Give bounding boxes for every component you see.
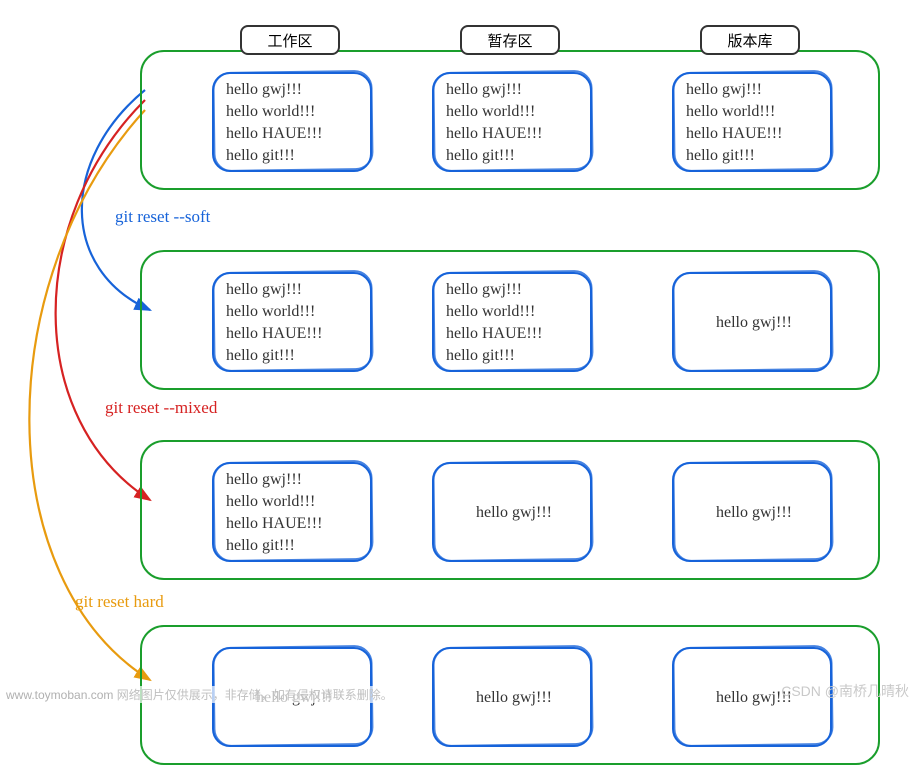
text-line: hello gwj!!! bbox=[686, 503, 822, 523]
box-work-initial: hello gwj!!! hello world!!! hello HAUE!!… bbox=[212, 72, 372, 172]
text-line: hello HAUE!!! bbox=[226, 324, 362, 344]
box-stage-hard: hello gwj!!! bbox=[432, 647, 592, 747]
box-repo-mixed: hello gwj!!! bbox=[672, 462, 832, 562]
text-line: hello world!!! bbox=[226, 492, 362, 512]
state-mixed: hello gwj!!! hello world!!! hello HAUE!!… bbox=[140, 440, 880, 580]
text-line: hello world!!! bbox=[226, 302, 362, 322]
text-line: hello HAUE!!! bbox=[686, 124, 822, 144]
text-line: hello gwj!!! bbox=[226, 80, 362, 100]
state-initial: hello gwj!!! hello world!!! hello HAUE!!… bbox=[140, 50, 880, 190]
watermark-source: www.toymoban.com 网络图片仅供展示，非存储，如有侵权请联系删除。 bbox=[2, 686, 397, 703]
text-line: hello git!!! bbox=[446, 146, 582, 166]
text-line: hello world!!! bbox=[446, 302, 582, 322]
label-hard: git reset hard bbox=[75, 592, 164, 612]
text-line: hello git!!! bbox=[226, 346, 362, 366]
text-line: hello gwj!!! bbox=[446, 80, 582, 100]
box-stage-mixed: hello gwj!!! bbox=[432, 462, 592, 562]
text-line: hello gwj!!! bbox=[686, 80, 822, 100]
state-soft: hello gwj!!! hello world!!! hello HAUE!!… bbox=[140, 250, 880, 390]
text-line: hello world!!! bbox=[226, 102, 362, 122]
label-soft: git reset --soft bbox=[115, 207, 210, 227]
watermark-text: 网络图片仅供展示，非存储，如有侵权请联系删除。 bbox=[113, 688, 392, 702]
text-line: hello git!!! bbox=[446, 346, 582, 366]
text-line: hello git!!! bbox=[226, 146, 362, 166]
text-line: hello gwj!!! bbox=[446, 688, 582, 708]
text-line: hello world!!! bbox=[446, 102, 582, 122]
text-line: hello git!!! bbox=[686, 146, 822, 166]
box-work-soft: hello gwj!!! hello world!!! hello HAUE!!… bbox=[212, 272, 372, 372]
box-work-mixed: hello gwj!!! hello world!!! hello HAUE!!… bbox=[212, 462, 372, 562]
watermark-domain: www.toymoban.com bbox=[6, 688, 113, 702]
text-line: hello gwj!!! bbox=[226, 280, 362, 300]
header-working-dir: 工作区 bbox=[240, 25, 340, 55]
text-line: hello gwj!!! bbox=[446, 503, 582, 523]
watermark-author: CSDN @南桥几晴秋 bbox=[781, 681, 909, 701]
text-line: hello HAUE!!! bbox=[226, 514, 362, 534]
header-repo: 版本库 bbox=[700, 25, 800, 55]
text-line: hello gwj!!! bbox=[686, 313, 822, 333]
box-stage-soft: hello gwj!!! hello world!!! hello HAUE!!… bbox=[432, 272, 592, 372]
box-stage-initial: hello gwj!!! hello world!!! hello HAUE!!… bbox=[432, 72, 592, 172]
box-repo-soft: hello gwj!!! bbox=[672, 272, 832, 372]
label-mixed: git reset --mixed bbox=[105, 398, 217, 418]
header-staging: 暂存区 bbox=[460, 25, 560, 55]
text-line: hello git!!! bbox=[226, 536, 362, 556]
text-line: hello HAUE!!! bbox=[226, 124, 362, 144]
text-line: hello gwj!!! bbox=[446, 280, 582, 300]
arrow-mixed bbox=[56, 100, 150, 500]
box-repo-initial: hello gwj!!! hello world!!! hello HAUE!!… bbox=[672, 72, 832, 172]
text-line: hello HAUE!!! bbox=[446, 124, 582, 144]
text-line: hello world!!! bbox=[686, 102, 822, 122]
text-line: hello HAUE!!! bbox=[446, 324, 582, 344]
text-line: hello gwj!!! bbox=[226, 470, 362, 490]
